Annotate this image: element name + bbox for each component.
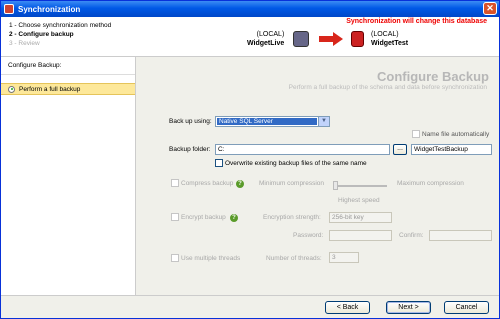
title-bar[interactable]: Synchronization ✕ xyxy=(1,1,499,17)
target-db: (LOCAL) WidgetTest xyxy=(371,30,408,48)
compress-checkbox[interactable] xyxy=(171,179,179,187)
database-icon xyxy=(351,31,364,47)
backup-folder-input[interactable]: C: xyxy=(215,144,390,155)
cancel-button[interactable]: Cancel xyxy=(444,301,489,314)
password-field[interactable] xyxy=(329,230,392,241)
backup-using-select[interactable]: Native SQL Server ▼ xyxy=(215,116,330,127)
step-list: 1 - Choose synchronization method 2 - Co… xyxy=(9,21,111,48)
min-compression-label: Minimum compression xyxy=(259,180,325,187)
slider-track xyxy=(333,185,387,187)
sidebar-heading: Configure Backup: xyxy=(1,57,135,75)
next-button[interactable]: Next > xyxy=(386,301,431,314)
footer-bar: < Back Next > Cancel xyxy=(1,295,499,318)
compress-label: Compress backup xyxy=(181,180,234,187)
back-button[interactable]: < Back xyxy=(325,301,370,314)
page-title: Configure Backup xyxy=(377,69,489,84)
speed-label: Highest speed xyxy=(338,197,380,204)
sidebar-item-label: Perform a full backup xyxy=(19,85,81,93)
backup-using-value: Native SQL Server xyxy=(217,118,317,125)
name-auto-checkbox[interactable] xyxy=(412,130,420,138)
app-icon xyxy=(4,4,14,14)
target-database: WidgetTest xyxy=(371,40,409,47)
confirm-password-field[interactable] xyxy=(429,230,492,241)
backup-using-label: Back up using: xyxy=(169,118,212,125)
page-subtitle: Perform a full backup of the schema and … xyxy=(288,84,487,91)
compression-slider[interactable] xyxy=(333,181,387,190)
source-database: WidgetLive xyxy=(247,40,285,47)
overwrite-label: Overwrite existing backup files of the s… xyxy=(225,160,367,167)
sidebar-item-full-backup[interactable]: Perform a full backup xyxy=(1,83,135,95)
encrypt-label: Encrypt backup xyxy=(181,214,226,221)
help-icon[interactable]: ? xyxy=(230,214,238,222)
step-3: 3 - Review xyxy=(9,40,40,47)
warning-text: Synchronization will change this databas… xyxy=(346,18,487,25)
source-db: (LOCAL) WidgetLive xyxy=(247,30,284,48)
backup-folder-label: Backup folder: xyxy=(169,146,211,153)
slider-thumb[interactable] xyxy=(333,181,338,190)
num-threads-stepper[interactable]: 3 xyxy=(329,252,359,263)
confirm-label: Confirm: xyxy=(399,232,424,239)
sidebar: Configure Backup: Perform a full backup xyxy=(1,57,136,295)
browse-button[interactable]: ... xyxy=(393,144,407,155)
target-server: (LOCAL) xyxy=(371,31,399,38)
threads-checkbox[interactable] xyxy=(171,254,179,262)
encryption-strength-select[interactable]: 256-bit key xyxy=(329,212,392,223)
step-2: 2 - Configure backup xyxy=(9,31,74,38)
database-server-icon xyxy=(293,31,309,47)
chevron-down-icon[interactable]: ▼ xyxy=(318,117,329,126)
right-arrow-icon xyxy=(319,32,343,46)
help-icon[interactable]: ? xyxy=(236,180,244,188)
close-button[interactable]: ✕ xyxy=(483,2,497,15)
threads-label: Use multiple threads xyxy=(181,255,241,262)
name-auto-label: Name file automatically xyxy=(422,131,490,138)
password-label: Password: xyxy=(293,232,324,239)
file-name-input[interactable]: WidgetTestBackup xyxy=(411,144,492,155)
wizard-header: 1 - Choose synchronization method 2 - Co… xyxy=(1,17,499,57)
num-threads-label: Number of threads: xyxy=(266,255,322,262)
encryption-strength-label: Encryption strength: xyxy=(263,214,321,221)
sync-window: Synchronization ✕ 1 - Choose synchroniza… xyxy=(0,0,500,319)
radio-icon xyxy=(8,85,15,93)
step-1: 1 - Choose synchronization method xyxy=(9,22,112,29)
overwrite-checkbox[interactable] xyxy=(215,159,223,167)
source-server: (LOCAL) xyxy=(256,31,285,38)
encrypt-checkbox[interactable] xyxy=(171,213,179,221)
max-compression-label: Maximum compression xyxy=(397,180,464,187)
window-title: Synchronization xyxy=(18,4,81,14)
